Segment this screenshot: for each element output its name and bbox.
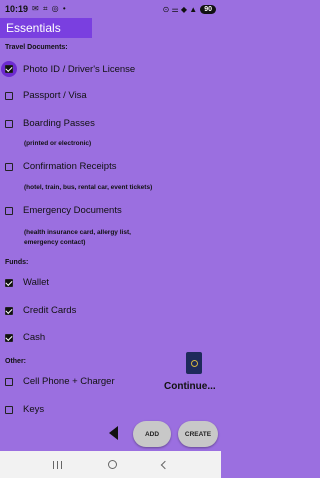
checkbox-passport[interactable] xyxy=(5,91,13,100)
item-label-cash: Cash xyxy=(23,332,46,343)
page-title: Essentials xyxy=(0,18,92,38)
checkbox-keys[interactable] xyxy=(5,405,13,414)
passport-globe-icon xyxy=(190,359,198,367)
checkbox-confirmation-receipts[interactable] xyxy=(5,162,13,171)
checklist-item-passport[interactable]: Passport / Visa xyxy=(5,90,87,101)
checklist-item-wallet[interactable]: Wallet xyxy=(5,277,49,288)
checkbox-credit-cards[interactable] xyxy=(5,306,13,315)
home-icon[interactable] xyxy=(107,460,117,469)
section-funds: Funds: xyxy=(5,259,29,266)
checkbox-photo-id[interactable] xyxy=(5,65,13,73)
note-emergency-line-2: emergency contact) xyxy=(24,239,86,246)
item-label-cell-phone: Cell Phone + Charger xyxy=(23,376,115,387)
recents-icon[interactable] xyxy=(52,460,63,469)
notification-icons: ✉ ⌗ ◎ • xyxy=(32,4,67,13)
checklist-item-confirmation-receipts[interactable]: Confirmation Receipts xyxy=(5,161,116,172)
checkbox-emergency-documents[interactable] xyxy=(5,206,13,215)
note-emergency-line-1: (health insurance card, allergy list, xyxy=(24,229,131,236)
item-label-boarding-passes: Boarding Passes xyxy=(23,118,95,129)
add-button[interactable]: ADD xyxy=(133,421,171,447)
checklist-item-emergency-documents[interactable]: Emergency Documents xyxy=(5,205,122,216)
back-arrow-icon[interactable] xyxy=(109,426,118,440)
system-nav-bar xyxy=(0,451,221,478)
checklist-item-boarding-passes[interactable]: Boarding Passes xyxy=(5,118,95,129)
signal-wifi-icons: ⊙ ⚌ ◆ ▲ xyxy=(162,4,198,14)
item-label-photo-id: Photo ID / Driver's License xyxy=(23,63,136,75)
nav-back-icon[interactable] xyxy=(160,460,170,469)
item-label-credit-cards: Credit Cards xyxy=(23,305,77,316)
checkbox-cash[interactable] xyxy=(5,333,13,342)
create-button[interactable]: CREATE xyxy=(178,421,218,447)
checklist-item-photo-id[interactable]: Photo ID / Driver's License xyxy=(1,61,136,77)
item-label-keys: Keys xyxy=(23,404,45,415)
passport-icon[interactable] xyxy=(186,352,202,374)
note-boarding-passes: (printed or electronic) xyxy=(24,140,92,147)
checklist-item-cash[interactable]: Cash xyxy=(5,332,45,343)
checkbox-wallet[interactable] xyxy=(5,278,13,287)
item-label-confirmation-receipts: Confirmation Receipts xyxy=(23,161,117,172)
continue-button[interactable]: Continue... xyxy=(164,381,216,392)
checklist-item-credit-cards[interactable]: Credit Cards xyxy=(5,305,76,316)
item-label-wallet: Wallet xyxy=(23,277,50,288)
checkbox-focus-ring xyxy=(1,61,17,77)
system-icons: ⊙ ⚌ ◆ ▲ 90 xyxy=(162,4,216,14)
item-label-passport: Passport / Visa xyxy=(23,90,87,101)
battery-icon: 90 xyxy=(200,4,216,14)
section-travel-documents: Travel Documents: xyxy=(5,44,68,51)
status-time: 10:19 xyxy=(5,4,29,14)
checklist-item-keys[interactable]: Keys xyxy=(5,404,44,415)
item-label-emergency-documents: Emergency Documents xyxy=(23,205,122,216)
note-confirmation-receipts: (hotel, train, bus, rental car, event ti… xyxy=(24,184,153,191)
checkbox-boarding-passes[interactable] xyxy=(5,119,13,128)
status-bar: 10:19 ✉ ⌗ ◎ • ⊙ ⚌ ◆ ▲ 90 xyxy=(0,0,221,18)
checkbox-cell-phone[interactable] xyxy=(5,377,13,386)
checklist-item-cell-phone[interactable]: Cell Phone + Charger xyxy=(5,376,115,387)
section-other: Other: xyxy=(5,358,26,365)
